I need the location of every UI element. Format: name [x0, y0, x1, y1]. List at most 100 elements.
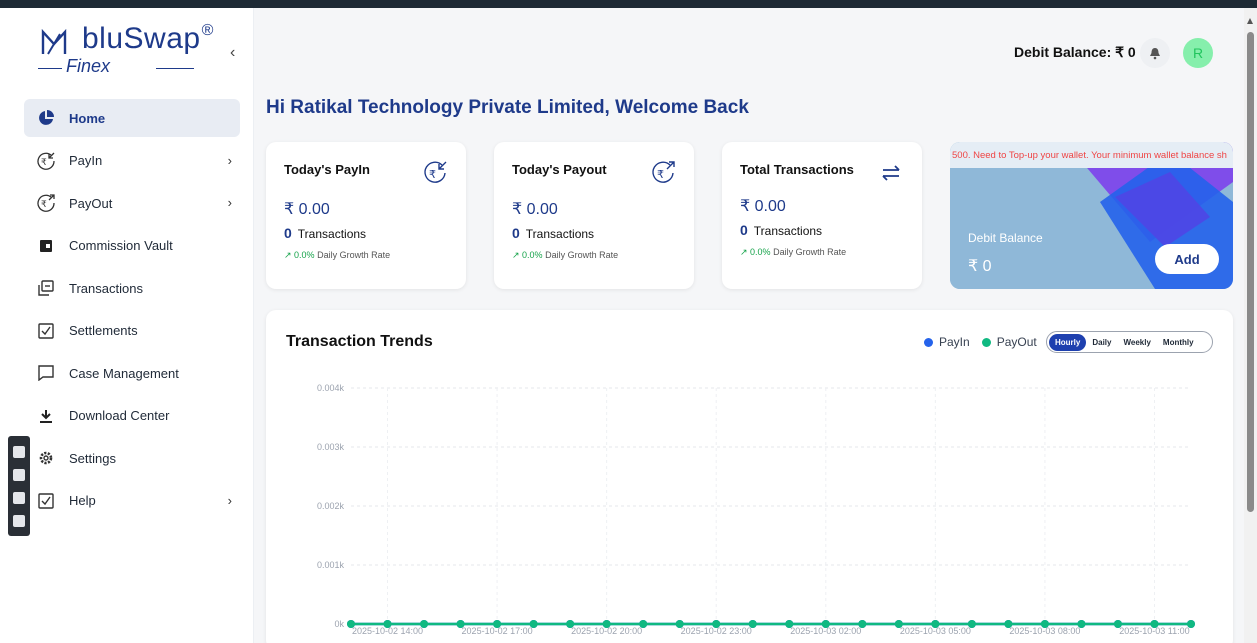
scroll-up-arrow[interactable]	[1247, 18, 1253, 24]
brand-mark-icon	[41, 28, 67, 55]
data-point-payout	[602, 620, 611, 628]
legend-item-payin[interactable]: PayIn	[924, 335, 970, 349]
data-point-payout	[566, 620, 575, 628]
message-icon	[36, 363, 56, 383]
y-tick-label: 0.002k	[317, 501, 345, 511]
sidebar-item-home[interactable]: Home	[24, 99, 240, 137]
brand-sub: Finex	[66, 56, 111, 76]
data-point-payout	[858, 620, 867, 628]
sidebar-item-label: Download Center	[69, 408, 170, 423]
bell-icon	[1150, 47, 1160, 59]
range-hourly[interactable]: Hourly	[1049, 333, 1087, 351]
brand-name: bluSwap®	[82, 22, 214, 55]
sidebar-item-commission-vault[interactable]: Commission Vault	[24, 227, 240, 265]
sidebar-item-label: Home	[69, 110, 106, 126]
y-tick-label: 0.004k	[317, 383, 345, 393]
card-amount: ₹ 0.00	[740, 198, 786, 215]
svg-text:₹: ₹	[41, 157, 47, 167]
y-tick-label: 0.001k	[317, 560, 345, 570]
sidebar-item-label: Settings	[69, 450, 116, 466]
gear-icon[interactable]	[13, 514, 25, 527]
scroll-thumb[interactable]	[1247, 32, 1254, 512]
data-point-payout	[1113, 620, 1122, 628]
sidebar-item-case-management[interactable]: Case Management	[24, 354, 240, 392]
logo-rule-left	[38, 68, 62, 69]
floating-capture-toolbar	[8, 436, 30, 536]
legend-item-payout[interactable]: PayOut	[981, 335, 1037, 349]
checkbox-icon	[36, 321, 56, 341]
help-check-icon	[36, 491, 56, 511]
sidebar-item-payout[interactable]: ₹ PayOut ›	[24, 184, 240, 222]
sidebar-item-payin[interactable]: ₹ PayIn ›	[24, 142, 240, 180]
sidebar: bluSwap® Finex ‹ Home ₹ PayIn › ₹ PayOut…	[0, 8, 254, 643]
sidebar-item-transactions[interactable]: Transactions	[24, 269, 240, 307]
notifications-button[interactable]	[1140, 38, 1170, 68]
sidebar-collapse-button[interactable]: ‹	[230, 44, 235, 62]
sidebar-item-download-center[interactable]: Download Center	[24, 397, 240, 435]
wallet-icon	[36, 236, 56, 256]
data-point-payout	[748, 620, 757, 628]
add-balance-button[interactable]: Add	[1155, 244, 1219, 274]
card-transaction-count: 0 Transactions	[740, 222, 823, 238]
range-weekly[interactable]: Weekly	[1117, 334, 1156, 351]
trend-up-icon: ↗	[512, 250, 523, 260]
data-point-payout	[347, 620, 355, 628]
data-point-payout	[1150, 620, 1159, 628]
sidebar-nav: Home ₹ PayIn › ₹ PayOut › Commission Vau…	[24, 99, 240, 524]
gear-icon	[36, 448, 56, 468]
data-point-payout	[967, 620, 976, 628]
card-growth: ↗ 0.0% Daily Growth Rate	[284, 250, 391, 260]
card-growth: ↗ 0.0% Daily Growth Rate	[512, 250, 619, 260]
card-title: Today's Payout	[512, 162, 607, 177]
brand-logo[interactable]: bluSwap® Finex	[38, 22, 213, 82]
range-daily[interactable]: Daily	[1086, 334, 1117, 351]
avatar[interactable]: R	[1183, 38, 1213, 68]
data-point-payout	[1187, 620, 1195, 628]
page-scrollbar[interactable]	[1244, 8, 1257, 643]
data-point-payout	[785, 620, 794, 628]
svg-text:₹: ₹	[429, 169, 436, 181]
range-toggle: Hourly Daily Weekly Monthly	[1046, 331, 1213, 353]
sidebar-item-label: PayOut	[69, 195, 113, 211]
range-monthly[interactable]: Monthly	[1157, 334, 1200, 351]
data-point-payout	[420, 620, 429, 628]
data-point-payout	[712, 620, 721, 628]
svg-text:₹: ₹	[657, 169, 664, 181]
card-transaction-count: 0 Transactions	[284, 225, 367, 241]
sidebar-item-settings[interactable]: Settings	[24, 439, 240, 477]
svg-text:₹: ₹	[41, 199, 47, 209]
camera-icon[interactable]	[13, 445, 25, 458]
logo-rule-right	[156, 68, 194, 69]
image-icon[interactable]	[13, 491, 25, 504]
window-top-strip	[0, 0, 1257, 8]
card-title: Total Transactions	[740, 162, 854, 177]
header-debit-balance: Debit Balance: ₹ 0	[1014, 44, 1136, 60]
chart-title: Transaction Trends	[286, 333, 433, 350]
data-point-payout	[1004, 620, 1013, 628]
chevron-right-icon: ›	[227, 152, 232, 168]
download-icon	[36, 406, 56, 426]
sidebar-item-label: Settlements	[69, 323, 138, 338]
chart-legend: PayIn PayOut	[924, 335, 1049, 349]
card-title: Today's PayIn	[284, 162, 370, 177]
card-amount: ₹ 0.00	[512, 201, 558, 218]
transactions-icon	[36, 278, 56, 298]
debit-balance-amount: ₹ 0	[968, 258, 992, 275]
y-tick-label: 0k	[334, 619, 344, 629]
y-tick-label: 0.003k	[317, 442, 345, 452]
data-point-payout	[639, 620, 648, 628]
data-point-payout	[675, 620, 684, 628]
rupee-in-icon: ₹	[424, 161, 447, 183]
data-point-payout	[493, 620, 502, 628]
trend-up-icon: ↗	[284, 250, 295, 260]
data-point-payout	[383, 620, 392, 628]
sidebar-item-label: Transactions	[69, 280, 143, 296]
legend-label: PayOut	[996, 335, 1037, 349]
legend-swatch	[924, 337, 933, 347]
sidebar-item-help[interactable]: Help ›	[24, 482, 240, 520]
video-icon[interactable]	[13, 468, 25, 481]
wallet-alert-marquee: 500. Need to Top-up your wallet. Your mi…	[952, 150, 1227, 161]
rupee-out-icon: ₹	[652, 161, 675, 183]
sidebar-item-settlements[interactable]: Settlements	[24, 312, 240, 350]
chevron-right-icon: ›	[227, 492, 232, 508]
